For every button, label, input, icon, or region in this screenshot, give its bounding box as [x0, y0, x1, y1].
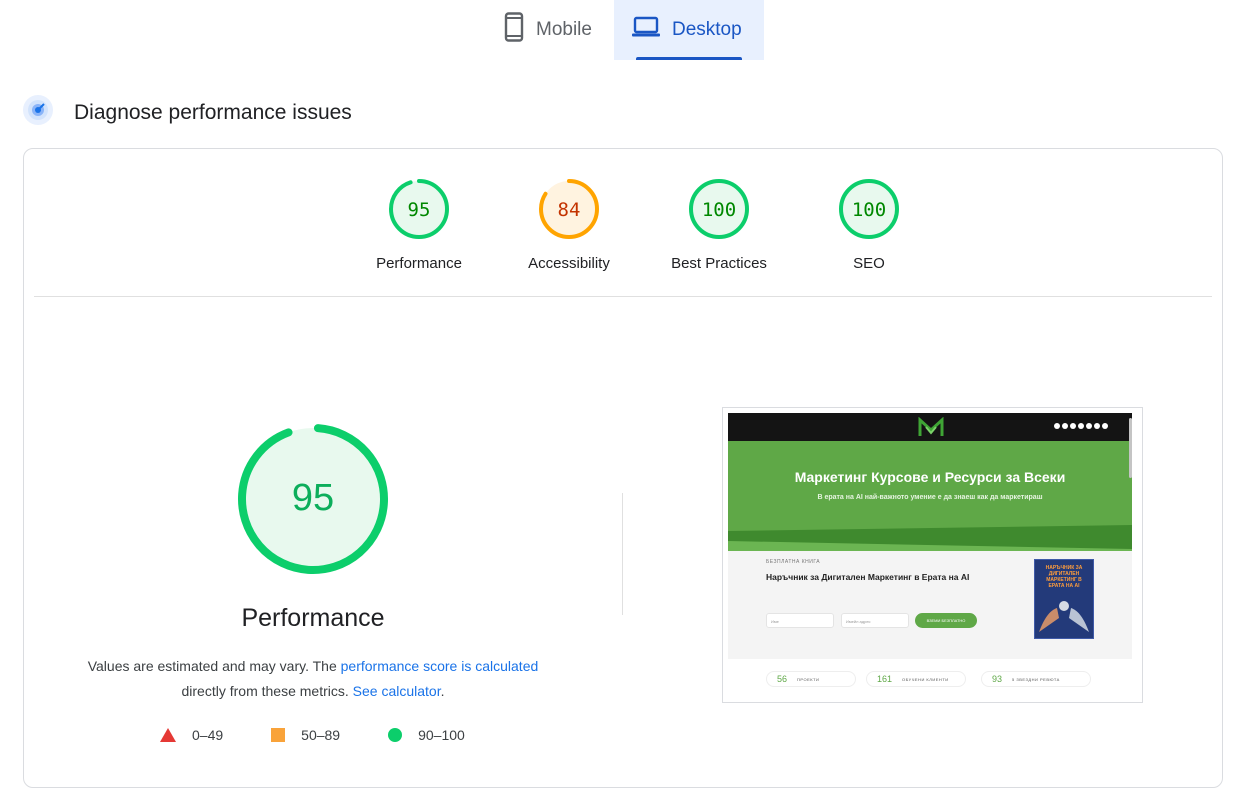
site-stats: 56 ПРОЕКТИ 161 ОБУЧЕНИ КЛИЕНТИ 93 5 ЗВЕЗ…: [728, 663, 1132, 699]
eyebrow-text: БЕЗПЛАТНА КНИГА: [766, 559, 821, 565]
divider: [34, 296, 1212, 297]
hero-subtitle: В ерата на AI най-важното умение е да зн…: [817, 494, 1043, 501]
email-input: Имейл адрес: [841, 613, 909, 628]
stat-number: 56: [777, 674, 788, 684]
see-calculator-link[interactable]: See calculator: [353, 683, 441, 699]
square-icon: [271, 728, 286, 742]
social-icon: [1086, 423, 1092, 429]
tab-mobile[interactable]: Mobile: [486, 0, 614, 60]
performance-title: Performance: [241, 604, 385, 632]
social-icons: [1054, 423, 1108, 429]
stat-number: 93: [992, 674, 1003, 684]
gauge-value: 100: [702, 199, 736, 221]
social-icon: [1102, 423, 1108, 429]
legend-range: 50–89: [301, 727, 341, 743]
tab-desktop-label: Desktop: [671, 19, 742, 40]
note-text: directly from these metrics.: [181, 683, 349, 699]
stat-label: 5 ЗВЕЗДНИ РЕВЮТА: [1012, 676, 1060, 682]
device-tabs: Mobile Desktop: [486, 0, 764, 60]
gauge-label: Accessibility: [528, 255, 610, 272]
gauge-ring: 95: [389, 179, 449, 239]
legend-average: 50–89: [271, 727, 340, 743]
gauge-accessibility[interactable]: 84 Accessibility: [494, 177, 644, 272]
mobile-phone-icon: [504, 12, 524, 48]
stat-label: ПРОЕКТИ: [797, 676, 820, 682]
note-text: Values are estimated and may vary. The: [87, 658, 341, 674]
book-cover: НАРЪЧНИК ЗА ДИГИТАЛЕН МАРКЕТИНГ В ЕРАТА …: [1034, 559, 1094, 639]
gauge-value: 100: [852, 199, 886, 221]
report-card: 95 Performance 84 Accessibility 100 Best…: [23, 148, 1223, 788]
performance-gauge-large: 95: [236, 422, 390, 581]
gauge-ring: 100: [689, 179, 749, 239]
metrics-note: Values are estimated and may vary. The p…: [64, 654, 562, 704]
gauge-label: Best Practices: [671, 255, 767, 272]
social-icon: [1070, 423, 1076, 429]
social-icon: [1054, 423, 1060, 429]
site-header: [728, 413, 1132, 441]
site-hero: Маркетинг Курсове и Ресурси за Всеки В е…: [728, 441, 1132, 551]
laptop-icon: [631, 16, 660, 44]
vertical-divider: [622, 493, 623, 615]
circle-icon: [388, 728, 403, 742]
cta-button: ВЗЕМИ БЕЗПЛАТНО: [915, 613, 977, 628]
legend-range: 0–49: [192, 727, 224, 743]
score-legend: 0–49 50–89 90–100: [160, 727, 513, 743]
stat-item: 161 ОБУЧЕНИ КЛИЕНТИ: [866, 671, 966, 687]
gauge-label: Performance: [376, 255, 462, 272]
gauge-value: 95: [408, 199, 431, 221]
site-logo-icon: [918, 416, 944, 442]
gauge-ring: 84: [539, 179, 599, 239]
stat-label: ОБУЧЕНИ КЛИЕНТИ: [902, 676, 949, 682]
tab-mobile-label: Mobile: [536, 19, 592, 40]
note-text: .: [440, 683, 445, 699]
diagnose-radar-icon: [22, 94, 54, 131]
stat-item: 56 ПРОЕКТИ: [766, 671, 856, 687]
gauge-seo[interactable]: 100 SEO: [794, 177, 944, 272]
robot-hand-image: [1039, 601, 1089, 632]
gauge-best-practices[interactable]: 100 Best Practices: [644, 177, 794, 272]
site-lead-section: БЕЗПЛАТНА КНИГА Наръчник за Дигитален Ма…: [728, 551, 1132, 659]
legend-range: 90–100: [418, 727, 465, 743]
triangle-icon: [160, 728, 176, 742]
social-icon: [1062, 423, 1068, 429]
diagnose-header: Diagnose performance issues: [22, 94, 352, 131]
social-icon: [1078, 423, 1084, 429]
final-screenshot[interactable]: Маркетинг Курсове и Ресурси за Всеки В е…: [722, 407, 1143, 703]
score-calculated-link[interactable]: performance score is calculated: [341, 658, 539, 674]
name-input: Име: [766, 613, 834, 628]
lead-heading: Наръчник за Дигитален Маркетинг в Ерата …: [766, 572, 970, 582]
gauge-value: 84: [558, 199, 581, 221]
performance-score-large: 95: [292, 477, 334, 519]
hero-title: Маркетинг Курсове и Ресурси за Всеки: [794, 469, 1066, 485]
social-icon: [1094, 423, 1100, 429]
legend-pass: 90–100: [388, 727, 465, 743]
gauge-label: SEO: [853, 255, 885, 272]
tab-desktop[interactable]: Desktop: [613, 0, 764, 60]
gauge-performance[interactable]: 95 Performance: [344, 177, 494, 272]
gauge-ring: 100: [839, 179, 899, 239]
screenshot-page: Маркетинг Курсове и Ресурси за Всеки В е…: [728, 413, 1132, 699]
section-title: Diagnose performance issues: [74, 100, 352, 124]
legend-fail: 0–49: [160, 727, 223, 743]
stat-number: 161: [877, 674, 893, 684]
screenshot-scrollbar: [1129, 418, 1132, 478]
stat-item: 93 5 ЗВЕЗДНИ РЕВЮТА: [981, 671, 1091, 687]
score-gauges: 95 Performance 84 Accessibility 100 Best…: [344, 177, 944, 272]
